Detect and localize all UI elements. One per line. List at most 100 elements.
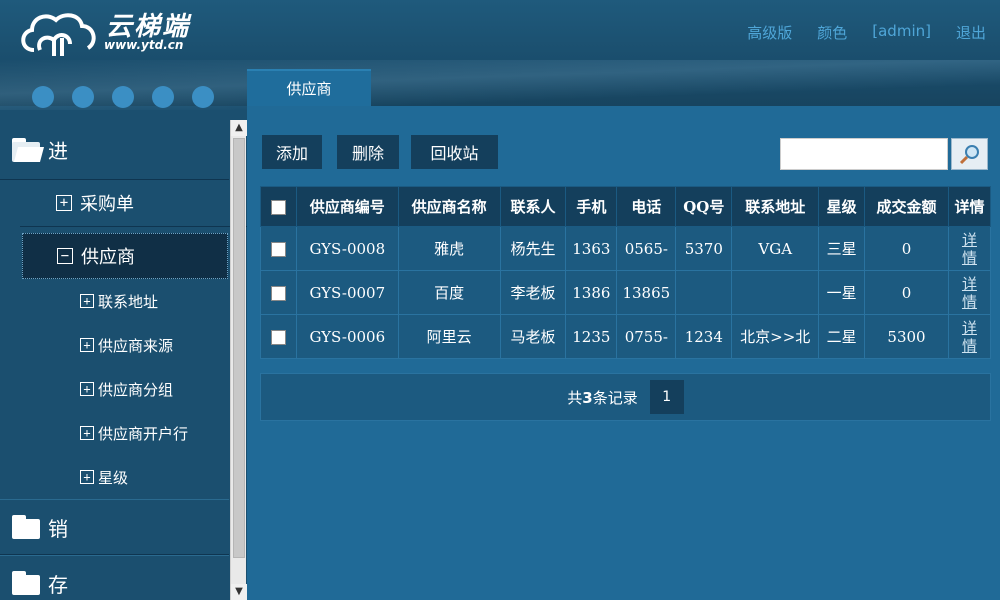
pagination: 共3条记录 1 bbox=[260, 373, 991, 421]
folder-open-icon bbox=[12, 137, 45, 162]
amount-cell: 0 bbox=[864, 270, 949, 315]
expand-plus-icon[interactable]: + bbox=[80, 294, 94, 308]
amount-cell: 0 bbox=[864, 226, 949, 271]
expand-plus-icon[interactable]: + bbox=[80, 338, 94, 352]
row-checkbox[interactable] bbox=[270, 286, 286, 301]
sidebar-item-label: 采购单 bbox=[80, 194, 134, 215]
row-checkbox[interactable] bbox=[270, 242, 286, 257]
supplier-code-cell: GYS-0007 bbox=[295, 270, 399, 315]
table-row[interactable]: GYS-0007 百度 李老板 1386 13865 一星 0 详情 bbox=[260, 270, 992, 315]
sidebar-subitem-label: 供应商来源 bbox=[98, 336, 174, 355]
expand-plus-icon[interactable]: + bbox=[80, 470, 94, 484]
sidebar-subitem-contact-address[interactable]: + 联系地址 bbox=[0, 279, 229, 323]
phone-cell: 13865 bbox=[616, 270, 677, 315]
expand-plus-icon[interactable]: + bbox=[80, 382, 94, 396]
mobile-cell: 1386 bbox=[565, 270, 618, 315]
decorative-dots bbox=[32, 86, 214, 108]
supplier-name-cell: 百度 bbox=[397, 270, 501, 315]
summary-prefix: 共 bbox=[567, 388, 583, 407]
recycle-bin-button[interactable]: 回收站 bbox=[411, 135, 498, 169]
details-cell: 详情 bbox=[947, 314, 992, 359]
star-level-cell: 三星 bbox=[818, 226, 866, 271]
admin-user-link[interactable]: [admin] bbox=[872, 22, 931, 43]
phone-cell: 0755- bbox=[616, 314, 677, 359]
row-select-cell bbox=[260, 314, 297, 359]
details-cell: 详情 bbox=[947, 270, 992, 315]
sidebar-subitem-star-level[interactable]: + 星级 bbox=[0, 455, 229, 499]
scrollbar-thumb[interactable] bbox=[233, 138, 245, 558]
scroll-up-arrow-icon[interactable]: ▲ bbox=[231, 120, 247, 136]
column-header: QQ号 bbox=[675, 186, 733, 227]
sidebar-item-label: 供应商 bbox=[81, 247, 135, 268]
divider bbox=[20, 226, 247, 227]
folder-icon bbox=[12, 515, 42, 539]
star-level-cell: 二星 bbox=[818, 314, 866, 359]
folder-icon bbox=[12, 571, 42, 595]
supplier-name-cell: 阿里云 bbox=[397, 314, 501, 359]
supplier-code-cell: GYS-0006 bbox=[295, 314, 399, 359]
table-row[interactable]: GYS-0006 阿里云 马老板 1235 0755- 1234 北京>>北 二… bbox=[260, 314, 992, 359]
column-header: 星级 bbox=[818, 186, 866, 227]
collapse-minus-icon[interactable]: − bbox=[57, 248, 73, 264]
details-link[interactable]: 详情 bbox=[962, 231, 977, 267]
expand-plus-icon[interactable]: + bbox=[80, 426, 94, 440]
logo-url-text: www.ytd.cn bbox=[104, 38, 184, 52]
address-cell: VGA bbox=[731, 226, 820, 271]
select-all-cell bbox=[260, 186, 297, 227]
scroll-down-arrow-icon[interactable]: ▼ bbox=[231, 584, 247, 600]
column-header: 供应商编号 bbox=[295, 186, 399, 227]
expand-plus-icon[interactable]: + bbox=[56, 195, 72, 211]
contact-cell: 李老板 bbox=[499, 270, 567, 315]
sidebar: 进 + 采购单 − 供应商 + 联系地址 + 供应商来源 + 供应商分组 + 供… bbox=[0, 120, 247, 600]
sidebar-subitem-label: 联系地址 bbox=[98, 292, 159, 311]
row-select-cell bbox=[260, 226, 297, 271]
sidebar-subitem-label: 星级 bbox=[98, 468, 129, 487]
search-button[interactable] bbox=[951, 138, 988, 170]
sidebar-subitem-supplier-bank[interactable]: + 供应商开户行 bbox=[0, 411, 229, 455]
logout-link[interactable]: 退出 bbox=[956, 22, 986, 43]
record-count: 3 bbox=[582, 388, 593, 407]
sidebar-group-label: 进 bbox=[48, 139, 68, 163]
sidebar-group-label: 销 bbox=[48, 516, 68, 541]
column-header: 手机 bbox=[565, 186, 618, 227]
delete-button[interactable]: 删除 bbox=[337, 135, 399, 169]
add-button[interactable]: 添加 bbox=[262, 135, 322, 169]
qq-cell: 5370 bbox=[675, 226, 733, 271]
dot-decoration bbox=[192, 86, 214, 108]
sidebar-group-purchase[interactable]: 进 bbox=[0, 120, 229, 180]
sidebar-item-supplier[interactable]: − 供应商 bbox=[22, 233, 228, 279]
search-input[interactable] bbox=[780, 138, 948, 170]
sidebar-group-sales[interactable]: 销 bbox=[0, 499, 229, 555]
column-header: 联系地址 bbox=[731, 186, 820, 227]
sidebar-subitem-supplier-group[interactable]: + 供应商分组 bbox=[0, 367, 229, 411]
row-checkbox[interactable] bbox=[270, 330, 286, 345]
sidebar-item-purchase-order[interactable]: + 采购单 bbox=[0, 180, 229, 226]
page-number-button[interactable]: 1 bbox=[649, 380, 684, 414]
table-header-row: 供应商编号 供应商名称 联系人 手机 电话 QQ号 联系地址 星级 成交金额 详… bbox=[260, 186, 992, 227]
details-link[interactable]: 详情 bbox=[962, 275, 977, 311]
sidebar-group-stock[interactable]: 存 bbox=[0, 555, 229, 600]
column-header: 详情 bbox=[947, 186, 992, 227]
main-content: 添加 删除 回收站 供应商编号 供应商名称 联系人 手机 电话 QQ号 联系地址… bbox=[247, 106, 1000, 600]
dot-decoration bbox=[112, 86, 134, 108]
summary-suffix: 条记录 bbox=[592, 388, 638, 407]
supplier-name-cell: 雅虎 bbox=[397, 226, 501, 271]
table-row[interactable]: GYS-0008 雅虎 杨先生 1363 0565- 5370 VGA 三星 0… bbox=[260, 226, 992, 271]
tab-supplier[interactable]: 供应商 bbox=[247, 69, 371, 106]
dot-decoration bbox=[152, 86, 174, 108]
sidebar-scrollbar[interactable]: ▲ ▼ bbox=[230, 120, 247, 600]
phone-cell: 0565- bbox=[616, 226, 677, 271]
details-cell: 详情 bbox=[947, 226, 992, 271]
supplier-code-cell: GYS-0008 bbox=[295, 226, 399, 271]
advanced-edition-link[interactable]: 高级版 bbox=[747, 22, 792, 43]
details-link[interactable]: 详情 bbox=[962, 319, 977, 355]
sidebar-subitem-supplier-source[interactable]: + 供应商来源 bbox=[0, 323, 229, 367]
dot-decoration bbox=[72, 86, 94, 108]
address-cell bbox=[731, 270, 820, 315]
amount-cell: 5300 bbox=[864, 314, 949, 359]
column-header: 联系人 bbox=[499, 186, 567, 227]
color-link[interactable]: 颜色 bbox=[817, 22, 847, 43]
mobile-cell: 1363 bbox=[565, 226, 618, 271]
select-all-checkbox[interactable] bbox=[270, 200, 286, 215]
sidebar-group-label: 存 bbox=[48, 572, 68, 597]
